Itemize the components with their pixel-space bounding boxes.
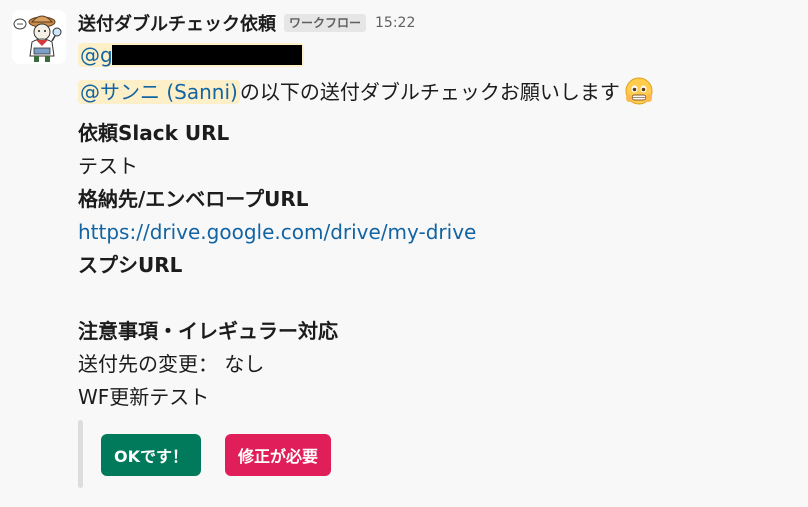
mascot-icon bbox=[12, 10, 66, 64]
storage-url-label: 格納先/エンベロープURL bbox=[78, 187, 309, 211]
needs-fix-button[interactable]: 修正が必要 bbox=[225, 434, 332, 476]
notes-line-1: 送付先の変更： なし bbox=[78, 352, 265, 376]
requester-line: @g bbox=[78, 42, 304, 68]
workflow-avatar[interactable] bbox=[12, 10, 66, 64]
notes-label: 注意事項・イレギュラー対応 bbox=[78, 319, 338, 343]
storage-url-link[interactable]: https://drive.google.com/drive/my-drive bbox=[78, 219, 476, 245]
redacted-name bbox=[111, 45, 302, 65]
sender-name[interactable]: 送付ダブルチェック依頼 bbox=[78, 10, 276, 36]
request-text: の以下の送付ダブルチェックお願いします bbox=[239, 80, 620, 104]
sheet-url-label: スプシURL bbox=[78, 253, 183, 277]
pleading-face-icon bbox=[624, 76, 654, 106]
workflow-badge: ワークフロー bbox=[284, 14, 367, 32]
request-line: @サンニ (Sanni) の以下の送付ダブルチェックお願いします bbox=[78, 76, 654, 106]
ok-button[interactable]: OKです！ bbox=[101, 434, 202, 476]
slack-url-label: 依頼Slack URL bbox=[78, 121, 230, 145]
message-header: 送付ダブルチェック依頼 ワークフロー 15:22 bbox=[78, 10, 415, 36]
timestamp[interactable]: 15:22 bbox=[375, 15, 415, 31]
requester-mention[interactable]: @g bbox=[78, 43, 304, 67]
message: 送付ダブルチェック依頼 ワークフロー 15:22 @g @サンニ (Sanni)… bbox=[0, 0, 808, 507]
attachment-bar bbox=[78, 420, 83, 488]
notes-line-2: WF更新テスト bbox=[78, 385, 210, 409]
slack-url-value: テスト bbox=[78, 154, 138, 178]
target-mention[interactable]: @サンニ (Sanni) bbox=[78, 80, 240, 104]
